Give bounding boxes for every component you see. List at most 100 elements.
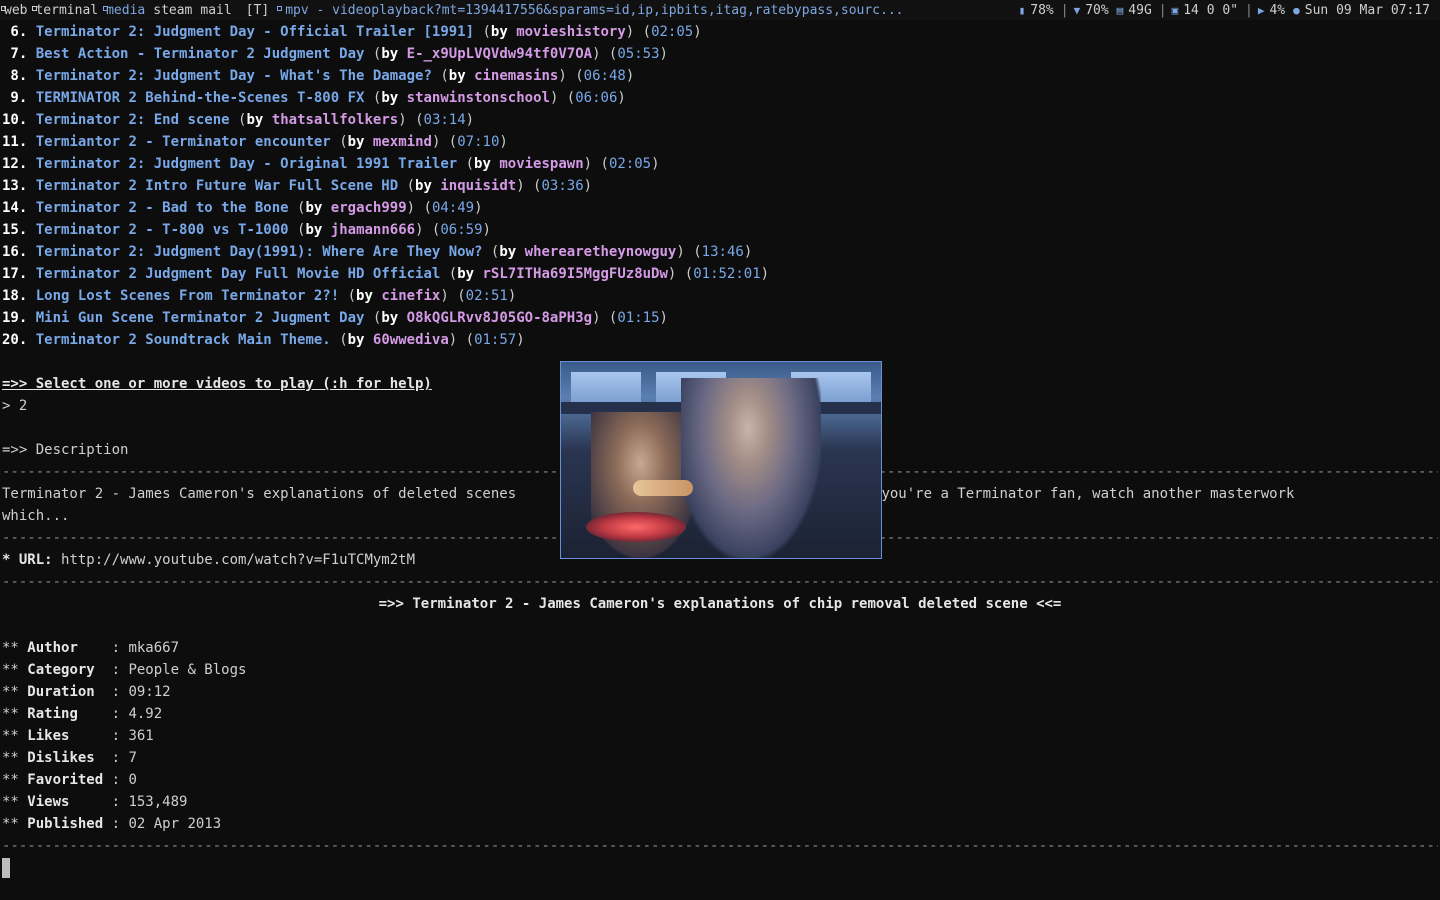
paren: ) ( [516, 178, 542, 194]
meta-sep: : [111, 640, 129, 656]
result-by: by [246, 112, 264, 128]
video-frame-hand [633, 480, 693, 496]
result-duration: 07:10 [457, 134, 500, 150]
paren: ) [516, 332, 525, 348]
result-author: mexmind [372, 134, 432, 150]
disk-icon: ▤ [1116, 3, 1124, 17]
workspace-mail[interactable]: mail [196, 3, 235, 18]
result-by: by [305, 200, 323, 216]
paren: ) [583, 178, 593, 194]
result-duration: 06:06 [575, 90, 618, 106]
disk-free: 49G [1128, 2, 1152, 18]
separator: | [1245, 2, 1253, 18]
workspace-steam[interactable]: steam [149, 3, 196, 18]
cursor-line[interactable] [2, 857, 1438, 879]
paren: ( [406, 178, 416, 194]
result-item[interactable]: 7. Best Action - Terminator 2 Judgment D… [2, 43, 1438, 65]
meta-sep: : [111, 728, 129, 744]
result-duration: 13:46 [701, 244, 744, 260]
result-item[interactable]: 10. Terminator 2: End scene (by thatsall… [2, 109, 1438, 131]
result-item[interactable]: 12. Terminator 2: Judgment Day - Origina… [2, 153, 1438, 175]
meta-prefix: ** [2, 750, 28, 766]
search-results-list: 6. Terminator 2: Judgment Day - Official… [2, 21, 1438, 351]
battery-icon: ▮ [1018, 3, 1026, 17]
result-number: 19. [2, 310, 28, 326]
meta-row: ** Rating : 4.92 [2, 703, 1438, 725]
result-by: by [381, 90, 399, 106]
paren: ) [499, 134, 508, 150]
result-by: by [305, 222, 323, 238]
mpv-video-window[interactable] [560, 361, 882, 559]
battery-level: 78% [1030, 2, 1054, 18]
result-item[interactable]: 19. Mini Gun Scene Terminator 2 Jugment … [2, 307, 1438, 329]
result-by: by [457, 266, 475, 282]
result-item[interactable]: 20. Terminator 2 Soundtrack Main Theme. … [2, 329, 1438, 351]
meta-row: ** Published : 02 Apr 2013 [2, 813, 1438, 835]
paren: ( [339, 332, 348, 348]
result-number: 7. [2, 46, 28, 62]
result-item[interactable]: 9. TERMINATOR 2 Behind-the-Scenes T-800 … [2, 87, 1438, 109]
result-item[interactable]: 11. Termiantor 2 - Terminator encounter … [2, 131, 1438, 153]
result-title: Terminator 2 Judgment Day Full Movie HD … [35, 266, 441, 282]
result-item[interactable]: 17. Terminator 2 Judgment Day Full Movie… [2, 263, 1438, 285]
result-duration: 04:49 [431, 200, 475, 216]
result-item[interactable]: 14. Terminator 2 - Bad to the Bone (by e… [2, 197, 1438, 219]
paren: ) [743, 244, 753, 260]
result-duration: 03:36 [541, 178, 584, 194]
meta-key: Duration [27, 684, 112, 700]
result-author: stanwinstonschool [406, 90, 550, 106]
layout-indicator[interactable]: [T] [236, 3, 277, 18]
meta-key: Rating [27, 706, 112, 722]
result-item[interactable]: 8. Terminator 2: Judgment Day - What's T… [2, 65, 1438, 87]
result-by: by [490, 24, 508, 40]
meta-value: 153,489 [128, 794, 188, 810]
focused-window-title: mpv - videoplayback?mt=1394417556&sparam… [277, 3, 1018, 18]
result-author: jhamann666 [330, 222, 416, 238]
result-title: Termiantor 2 - Terminator encounter [35, 134, 331, 150]
meta-prefix: ** [2, 816, 28, 832]
url-label: * URL: [2, 552, 53, 568]
paren: ( [339, 134, 348, 150]
result-item[interactable]: 6. Terminator 2: Judgment Day - Official… [2, 21, 1438, 43]
meta-sep: : [111, 772, 129, 788]
result-item[interactable]: 13. Terminator 2 Intro Future War Full S… [2, 175, 1438, 197]
meta-row: ** Category : People & Blogs [2, 659, 1438, 681]
volume-level: 4% [1269, 2, 1286, 18]
terminal-cursor [2, 858, 10, 878]
paren: ) ( [448, 332, 475, 348]
meta-value: 7 [128, 750, 137, 766]
result-by: by [499, 244, 517, 260]
paren: ) ( [415, 222, 441, 238]
meta-sep: : [111, 662, 129, 678]
result-title: Terminator 2: Judgment Day - Official Tr… [35, 24, 475, 40]
paren: ) ( [398, 112, 424, 128]
meta-key: Likes [27, 728, 112, 744]
result-item[interactable]: 18. Long Lost Scenes From Terminator 2?!… [2, 285, 1438, 307]
workspace-web[interactable]: web [0, 3, 31, 18]
result-author: cinemasins [474, 68, 559, 84]
workspace-terminal[interactable]: terminal [31, 3, 102, 18]
result-number: 11. [2, 134, 28, 150]
meta-value: mka667 [128, 640, 180, 656]
workspace-media[interactable]: media [102, 3, 149, 18]
video-metadata: ** Author : mka667 ** Category : People &… [2, 637, 1438, 835]
result-duration: 02:05 [608, 156, 652, 172]
meta-sep: : [111, 684, 129, 700]
result-number: 12. [2, 156, 28, 172]
result-title: Mini Gun Scene Terminator 2 Jugment Day [35, 310, 365, 326]
status-bar: web terminal media steam mail [T] mpv - … [0, 0, 1440, 20]
result-author: E-_x9UpLVQVdw94tf0V7OA [406, 46, 593, 62]
result-item[interactable]: 16. Terminator 2: Judgment Day(1991): Wh… [2, 241, 1438, 263]
result-number: 6. [2, 24, 28, 40]
result-number: 17. [2, 266, 28, 282]
meta-sep: : [111, 706, 129, 722]
volume-icon: ▶ [1257, 3, 1265, 17]
url-value[interactable]: http://www.youtube.com/watch?v=F1uTCMym2… [61, 552, 415, 568]
result-item[interactable]: 15. Terminator 2 - T-800 vs T-1000 (by j… [2, 219, 1438, 241]
result-title: Terminator 2 Soundtrack Main Theme. [35, 332, 331, 348]
paren: ( [465, 156, 475, 172]
meta-key: Published [27, 816, 112, 832]
paren: ) ( [583, 156, 609, 172]
paren: ) ( [592, 310, 618, 326]
paren: ( [448, 266, 458, 282]
